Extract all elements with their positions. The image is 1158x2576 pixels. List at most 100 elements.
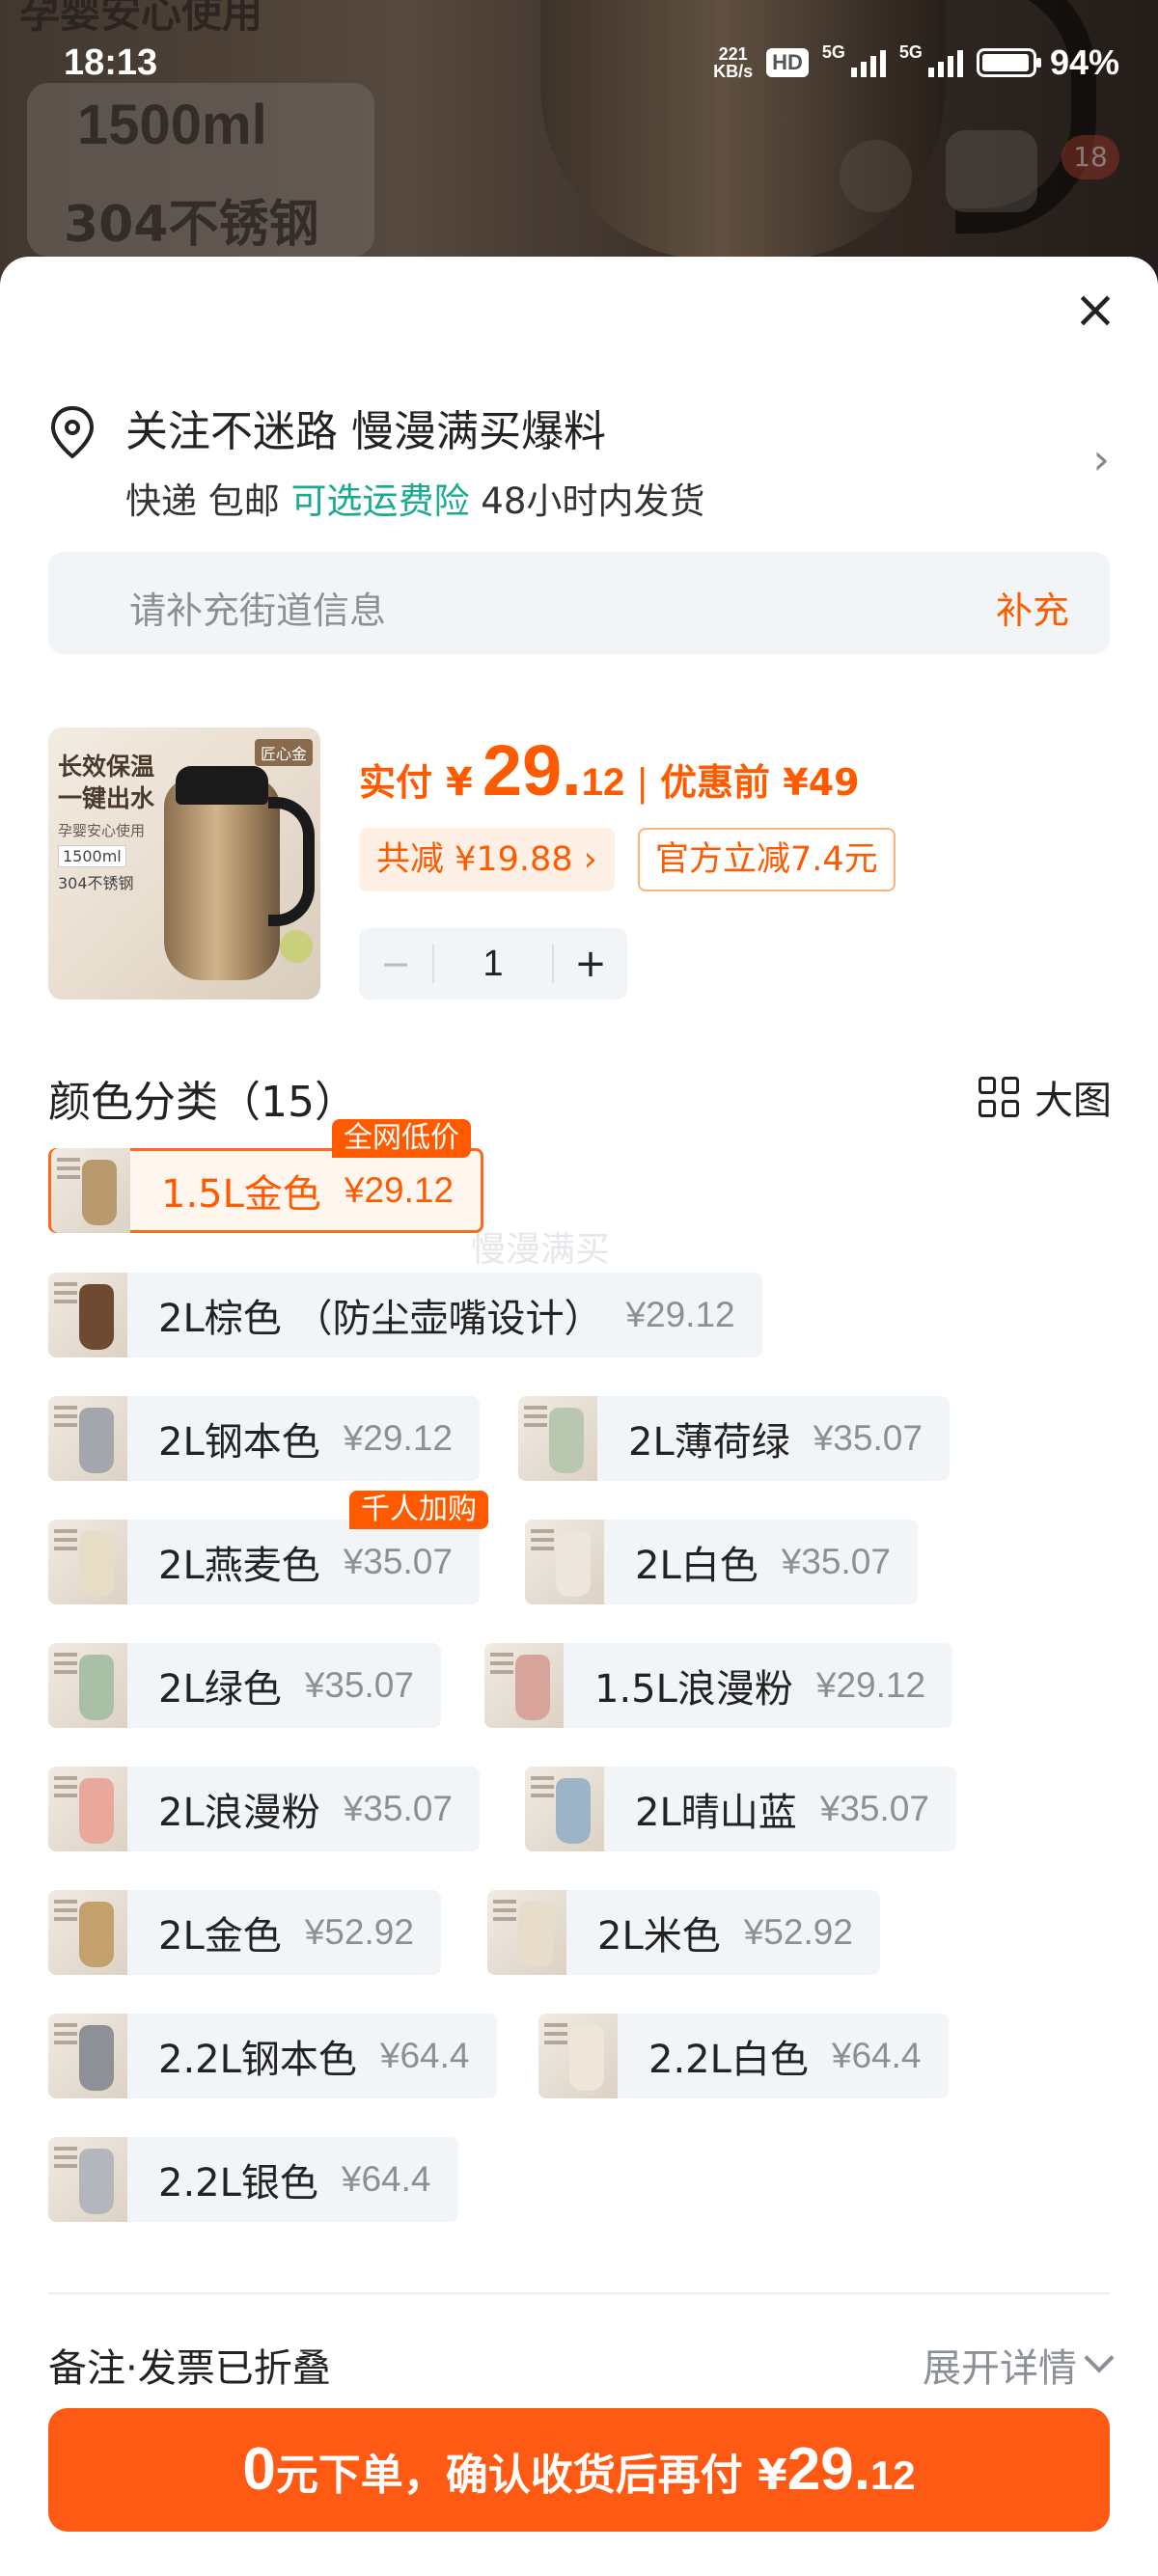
section-divider: [48, 2292, 1110, 2294]
close-icon[interactable]: ×: [1071, 284, 1119, 336]
color-option-name: 2L钢本色: [158, 1420, 320, 1465]
color-option-name: 2L棕色 （防尘壶嘴设计）: [158, 1297, 603, 1341]
color-option-price: ¥29.12: [343, 1418, 453, 1458]
color-option-name: 2L金色: [158, 1914, 282, 1959]
order-amount-decimal: 12: [869, 2453, 916, 2498]
color-option-thumbnail: [48, 1643, 127, 1728]
address-title: 关注不迷路 慢漫满买爆料: [125, 407, 606, 456]
chevron-right-icon: ›: [1092, 435, 1110, 484]
shipping-method: 快递 包邮: [125, 480, 280, 522]
thumbnail-tag: 匠心金: [254, 739, 313, 766]
5g-label: 5G: [821, 42, 845, 62]
color-option-thumbnail: [48, 1273, 127, 1357]
thermos-lid: [176, 766, 268, 805]
color-option-thumbnail: [48, 2137, 127, 2222]
color-option[interactable]: 2L白色 ¥35.07: [525, 1520, 918, 1604]
color-option-name: 2L绿色: [158, 1667, 282, 1712]
thumbnail-title: 长效保温 一键出水: [58, 753, 155, 812]
color-option-name: 2L浪漫粉: [158, 1791, 320, 1835]
actual-pay-label: 实付: [359, 761, 433, 804]
color-option-thumbnail: [518, 1396, 597, 1481]
supplement-button[interactable]: 补充: [996, 581, 1069, 634]
battery-icon: [976, 48, 1041, 77]
color-option-thumbnail: [48, 1396, 127, 1481]
color-option[interactable]: 2.2L银色 ¥64.4: [48, 2137, 458, 2222]
color-option-thumbnail: [525, 1767, 604, 1851]
color-option-price: ¥52.92: [304, 1912, 414, 1952]
color-option-badge: 千人加购: [349, 1491, 488, 1529]
location-pin-icon: [50, 405, 95, 459]
color-option-thumbnail: [51, 1148, 130, 1233]
thumbnail-material: 304不锈钢: [58, 874, 134, 892]
color-option-name: 2.2L钢本色: [158, 2038, 357, 2082]
price-separator: |: [636, 761, 649, 804]
signal-icon: [850, 48, 886, 77]
street-info-placeholder: 请补充街道信息: [129, 589, 387, 632]
color-option-price: ¥35.07: [819, 1789, 929, 1828]
currency-symbol: ¥: [446, 760, 473, 805]
color-option[interactable]: 1.5L金色 ¥29.12: [48, 1148, 484, 1233]
color-option-name: 1.5L浪漫粉: [594, 1667, 793, 1712]
color-option[interactable]: 2L绿色 ¥35.07: [48, 1643, 441, 1728]
color-option-name: 2.2L白色: [648, 2038, 809, 2082]
color-option-price: ¥35.07: [343, 1542, 453, 1581]
color-option-price: ¥29.12: [815, 1665, 926, 1705]
original-price: 优惠前 ¥49: [660, 761, 860, 804]
thumbnail-capacity: 1500ml: [58, 845, 126, 867]
street-info-field[interactable]: 请补充街道信息 补充: [48, 552, 1110, 654]
status-icons: 221 KB/s HD 5G 5G 94%: [713, 42, 1119, 83]
color-option[interactable]: 2L燕麦色 ¥35.07: [48, 1520, 480, 1604]
color-option-name: 2L白色: [635, 1544, 758, 1588]
color-option-price: ¥35.07: [304, 1665, 414, 1705]
color-option[interactable]: 2L薄荷绿 ¥35.07: [518, 1396, 950, 1481]
large-image-toggle[interactable]: 大图: [979, 1069, 1112, 1125]
color-option[interactable]: 2L米色 ¥52.92: [487, 1890, 880, 1975]
place-order-button[interactable]: 0 元下单，确认收货后再付 ¥ 29. 12: [48, 2408, 1110, 2532]
color-option[interactable]: 2L棕色 （防尘壶嘴设计） ¥29.12: [48, 1273, 762, 1357]
quantity-minus-button[interactable]: −: [359, 943, 432, 985]
chevron-down-icon: [1084, 2343, 1115, 2373]
address-section[interactable]: 关注不迷路 慢漫满买爆料 快递 包邮 可选运费险 48小时内发货 ›: [48, 397, 1110, 532]
product-thumbnail[interactable]: 长效保温 一键出水 孕婴安心使用 1500ml 304不锈钢 匠心金: [48, 727, 320, 1000]
thermos-handle: [268, 797, 315, 926]
order-zero: 0: [242, 2436, 276, 2503]
remark-invoice-label: 备注·发票已折叠: [48, 2346, 331, 2391]
color-option[interactable]: 2.2L白色 ¥64.4: [538, 2014, 949, 2098]
quantity-plus-button[interactable]: +: [554, 942, 627, 986]
network-speed-value: 221: [718, 44, 748, 64]
color-option[interactable]: 2L浪漫粉 ¥35.07: [48, 1767, 480, 1851]
network-speed: 221 KB/s: [713, 45, 753, 80]
order-amount-integer: 29.: [786, 2436, 870, 2503]
color-option-name: 2L薄荷绿: [628, 1420, 790, 1465]
large-image-label: 大图: [1034, 1079, 1112, 1123]
status-time: 18:13: [64, 42, 158, 83]
color-option-price: ¥64.4: [341, 2159, 431, 2199]
color-option[interactable]: 2L钢本色 ¥29.12: [48, 1396, 480, 1481]
color-option-thumbnail: [48, 1767, 127, 1851]
color-option-thumbnail: [484, 1643, 564, 1728]
color-option-name: 2L晴山蓝: [635, 1791, 797, 1835]
signal-icon-2: [927, 48, 963, 77]
grid-icon: [979, 1077, 1019, 1117]
grapes-decoration: [280, 930, 313, 963]
thermos-body: [164, 778, 280, 980]
quantity-stepper: − 1 +: [359, 928, 627, 1000]
expand-details-button[interactable]: 展开详情: [923, 2337, 1115, 2393]
color-option-thumbnail: [48, 1520, 127, 1604]
shipping-info: 快递 包邮 可选运费险 48小时内发货: [125, 472, 704, 524]
color-option[interactable]: 2L金色 ¥52.92: [48, 1890, 441, 1975]
thumbnail-subtitle: 孕婴安心使用: [58, 822, 146, 839]
delivery-time: 48小时内发货: [481, 480, 705, 522]
color-option-price: ¥29.12: [625, 1295, 735, 1334]
color-option[interactable]: 1.5L浪漫粉 ¥29.12: [484, 1643, 953, 1728]
color-option[interactable]: 2.2L钢本色 ¥64.4: [48, 2014, 497, 2098]
quantity-value[interactable]: 1: [432, 945, 554, 983]
color-option-name: 2.2L银色: [158, 2161, 318, 2206]
color-option-name: 1.5L金色: [161, 1172, 321, 1217]
color-option-thumbnail: [48, 1890, 127, 1975]
color-option[interactable]: 2L晴山蓝 ¥35.07: [525, 1767, 956, 1851]
total-discount-tag[interactable]: 共减 ¥19.88 ›: [359, 828, 615, 891]
freight-insurance-link[interactable]: 可选运费险: [291, 480, 470, 522]
price-integer: 29.: [482, 730, 582, 810]
expand-details-label: 展开详情: [923, 2346, 1077, 2391]
